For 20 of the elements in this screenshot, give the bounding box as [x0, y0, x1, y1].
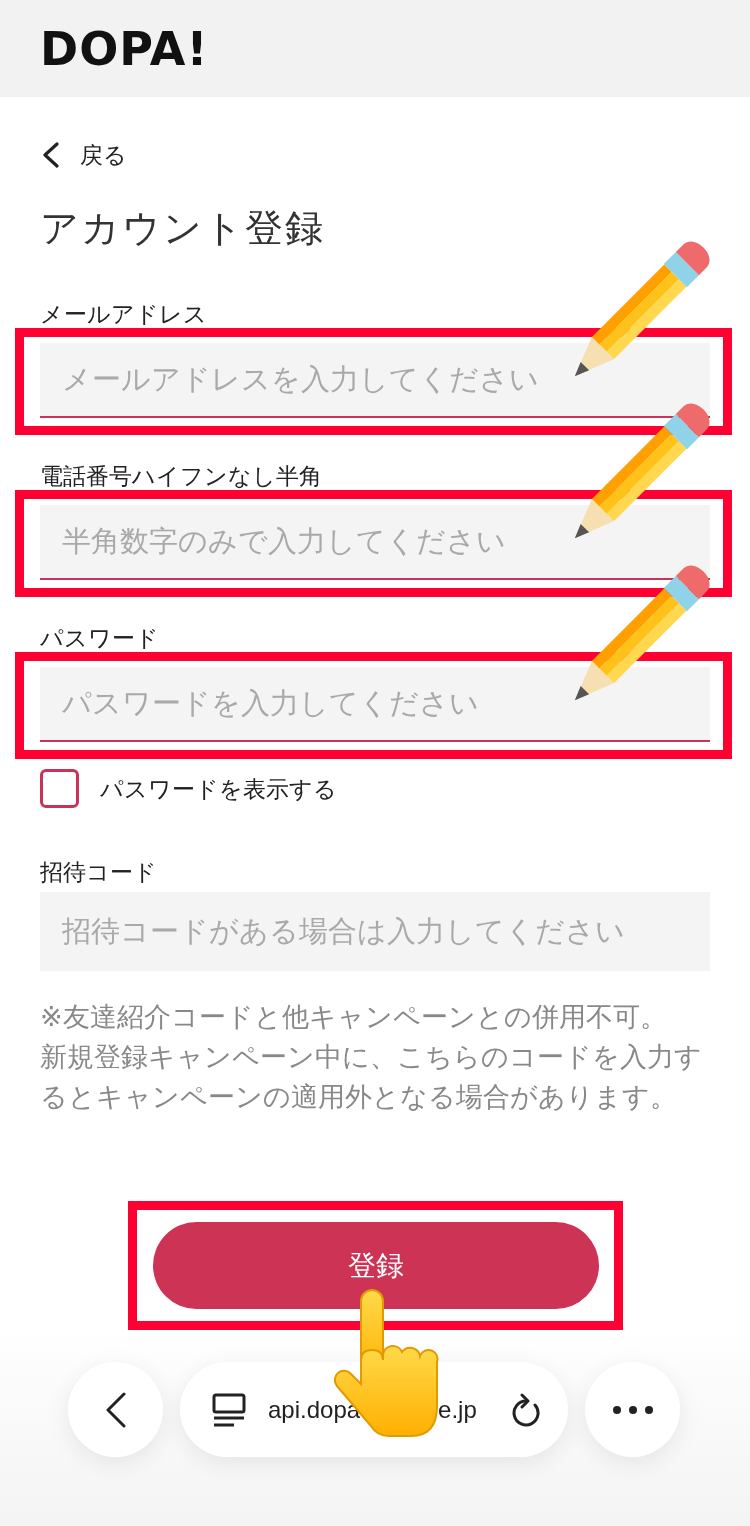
checkbox-label: パスワードを表示する	[100, 774, 337, 803]
notice-text: 新規登録キャンペーン中に、こちらのコードを入力するとキャンペーンの適用外となる場合があります。	[40, 1041, 703, 1114]
notice-text: ※友達紹介コードと他キャンペーンとの併用不可。	[40, 1001, 668, 1034]
field-label: 電話番号ハイフンなし半角	[40, 462, 322, 490]
input-field[interactable]: 招待コードがある場合は入力してください	[40, 892, 710, 971]
input-field[interactable]: パスワードを入力してください	[40, 667, 710, 742]
input-field[interactable]: 半角数字のみで入力してください	[40, 505, 710, 580]
field-label: パスワード	[40, 624, 159, 652]
chevron-left-icon	[105, 1391, 126, 1428]
page-title: アカウント登録	[40, 206, 326, 250]
input-field[interactable]: メールアドレスを入力してください	[40, 343, 710, 418]
field-label: 招待コード	[40, 858, 157, 886]
ellipsis-icon	[612, 1405, 653, 1414]
checkbox[interactable]	[40, 769, 79, 808]
logo[interactable]: DOPA!	[40, 25, 209, 72]
register-button[interactable]: 登録	[152, 1222, 599, 1309]
chevron-left-icon	[42, 142, 60, 168]
field-label: メールアドレス	[40, 300, 207, 328]
back-link[interactable]: 戻る	[40, 140, 127, 170]
reader-icon	[212, 1392, 246, 1427]
